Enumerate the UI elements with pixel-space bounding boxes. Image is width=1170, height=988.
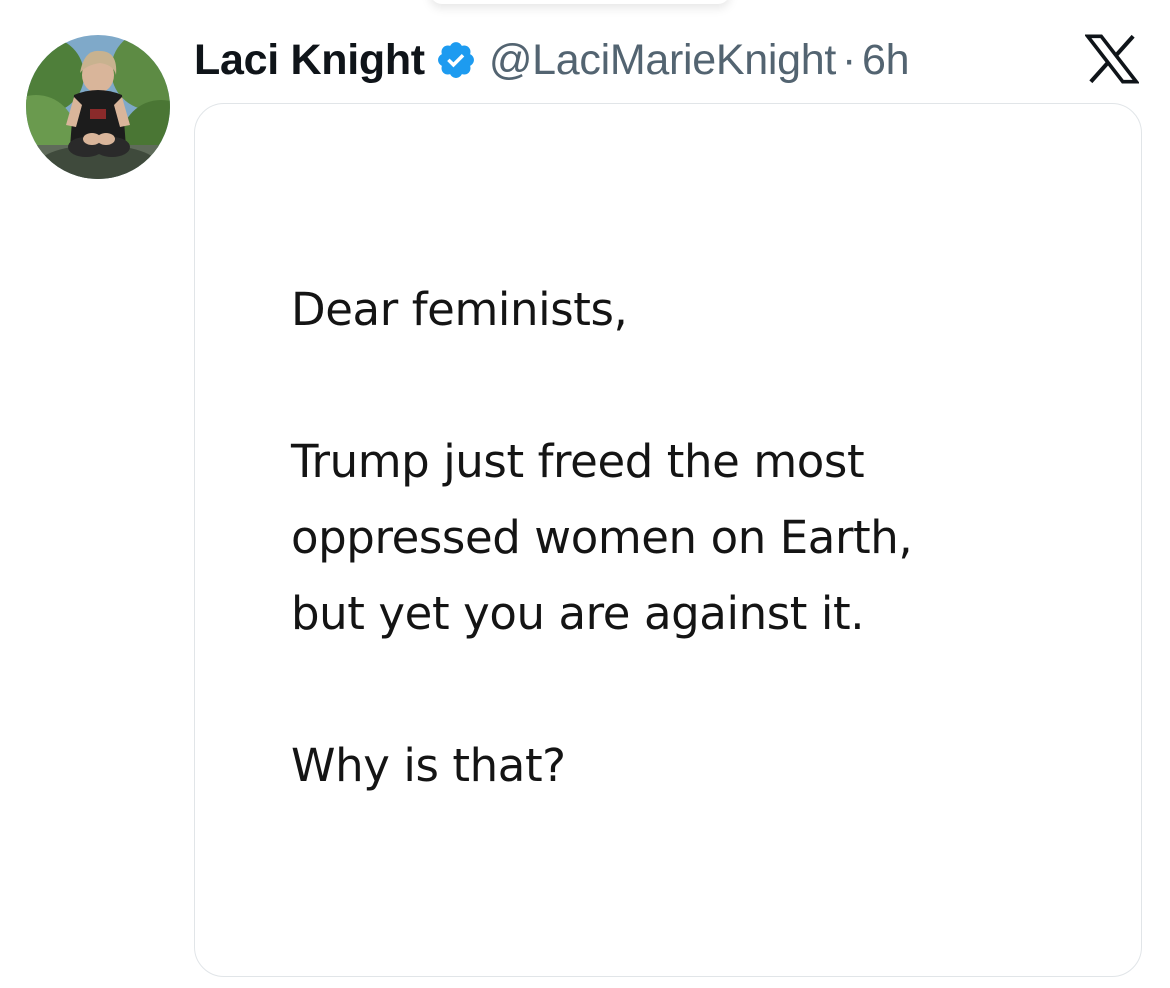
image-text-line-3: but yet you are against it. (291, 587, 865, 640)
verified-badge-icon (435, 39, 477, 81)
author-handle[interactable]: @LaciMarieKnight (489, 36, 836, 85)
image-text-block: Dear feminists, Trump just freed the mos… (291, 272, 1111, 804)
avatar-photo (26, 35, 170, 179)
image-text-greeting: Dear feminists, (291, 283, 628, 336)
x-logo-icon[interactable] (1085, 34, 1139, 84)
image-text-line-1: Trump just freed the most (291, 435, 865, 488)
header-separator: · (842, 35, 857, 84)
tweet-image[interactable]: Dear feminists, Trump just freed the mos… (194, 103, 1142, 977)
image-text-question: Why is that? (291, 739, 566, 792)
avatar[interactable] (26, 35, 170, 179)
author-display-name[interactable]: Laci Knight (194, 36, 425, 85)
top-scroll-shadow (430, 0, 730, 4)
tweet-header: Laci Knight @LaciMarieKnight · 6h (194, 30, 910, 90)
tweet-timestamp[interactable]: 6h (862, 36, 910, 85)
image-text-line-2: oppressed women on Earth, (291, 511, 913, 564)
